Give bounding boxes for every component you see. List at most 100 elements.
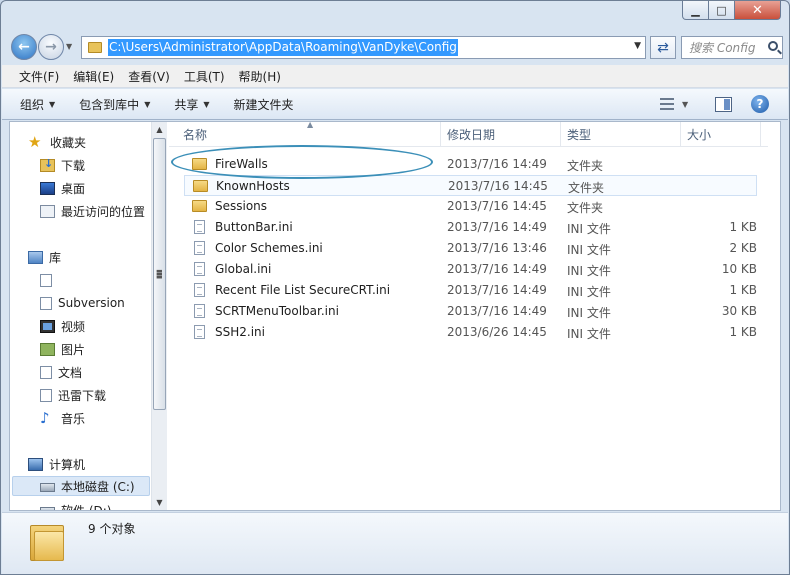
ini-file-icon: [194, 220, 205, 234]
nav-music[interactable]: ♪ 音乐: [40, 408, 85, 428]
library-item-icon: [40, 296, 52, 310]
file-name-cell: Recent File List SecureCRT.ini: [192, 283, 390, 297]
organize-button[interactable]: 组织 ▼: [20, 96, 55, 113]
forward-button[interactable]: →: [38, 34, 64, 60]
drive-icon: [40, 483, 55, 492]
nav-desktop[interactable]: 桌面: [40, 178, 85, 198]
table-row[interactable]: SSH2.ini 2013/6/26 14:45 INI 文件 1 KB: [184, 322, 757, 343]
nav-subversion[interactable]: Subversion: [40, 293, 125, 313]
search-icon[interactable]: [768, 41, 778, 51]
change-view-button[interactable]: ▼: [660, 97, 694, 111]
file-name-cell: ButtonBar.ini: [192, 220, 293, 234]
nav-recent-label: 最近访问的位置: [61, 204, 146, 219]
table-row[interactable]: Global.ini 2013/7/16 14:49 INI 文件 10 KB: [184, 259, 757, 280]
nav-libraries-label: 库: [49, 250, 62, 265]
ini-file-icon: [194, 304, 205, 318]
menu-view[interactable]: 查看(V): [121, 68, 177, 85]
nav-drive-d[interactable]: 软件 (D:): [40, 500, 111, 510]
music-icon: ♪: [40, 408, 50, 427]
nav-recent[interactable]: 最近访问的位置: [40, 201, 145, 221]
file-date: 2013/7/16 14:49: [447, 220, 547, 234]
nav-drive-c[interactable]: 本地磁盘 (C:): [12, 476, 150, 496]
file-type: INI 文件: [567, 306, 611, 320]
table-row[interactable]: Sessions 2013/7/16 14:45 文件夹: [184, 196, 757, 217]
table-row[interactable]: ButtonBar.ini 2013/7/16 14:49 INI 文件 1 K…: [184, 217, 757, 238]
star-icon: ★: [28, 132, 42, 151]
search-input[interactable]: 搜索 Config: [689, 39, 756, 56]
preview-pane-icon[interactable]: [715, 97, 732, 112]
refresh-button[interactable]: ⇄: [650, 36, 676, 59]
file-size: 1 KB: [729, 325, 757, 339]
folder-icon: [192, 200, 207, 212]
help-icon[interactable]: ?: [751, 95, 769, 113]
documents-icon: [40, 365, 52, 379]
back-button[interactable]: ←: [11, 34, 37, 60]
table-row[interactable]: FireWalls 2013/7/16 14:49 文件夹: [184, 154, 757, 175]
details-pane: 9 个对象: [2, 512, 788, 574]
include-in-library-button[interactable]: 包含到库中 ▼: [79, 96, 150, 113]
navigation-pane: ★ 收藏夹 下载 桌面 最近访问的位置 库 Subversion 视频 图片 文档…: [10, 122, 151, 510]
file-name: FireWalls: [215, 157, 268, 171]
address-bar[interactable]: C:\Users\Administrator\AppData\Roaming\V…: [81, 36, 646, 59]
downloads-folder-icon: [40, 157, 55, 172]
nav-favorites[interactable]: ★ 收藏夹: [28, 132, 86, 152]
library-icon: [28, 250, 43, 264]
pictures-icon: [40, 342, 55, 356]
desktop-icon: [40, 181, 55, 195]
close-button[interactable]: ✕: [735, 1, 781, 20]
include-in-library-label: 包含到库中: [79, 97, 140, 112]
address-path[interactable]: C:\Users\Administrator\AppData\Roaming\V…: [108, 39, 458, 56]
address-dropdown-icon[interactable]: ▼: [634, 41, 641, 51]
nav-library-unnamed[interactable]: [40, 270, 58, 290]
nav-documents[interactable]: 文档: [40, 362, 82, 382]
maximize-button[interactable]: □: [709, 1, 735, 20]
table-row[interactable]: Color Schemes.ini 2013/7/16 13:46 INI 文件…: [184, 238, 757, 259]
file-size: 30 KB: [721, 304, 757, 318]
file-name: SSH2.ini: [215, 325, 265, 339]
ini-file-icon: [194, 283, 205, 297]
menu-edit[interactable]: 编辑(E): [66, 68, 121, 85]
content-area: ★ 收藏夹 下载 桌面 最近访问的位置 库 Subversion 视频 图片 文档…: [9, 120, 781, 511]
nav-scrollbar[interactable]: ▲ ▬ ▬ ▬ ▼: [151, 122, 167, 510]
table-row[interactable]: Recent File List SecureCRT.ini 2013/7/16…: [184, 280, 757, 301]
nav-favorites-label: 收藏夹: [50, 135, 87, 150]
sort-ascending-icon: ▲: [307, 120, 314, 129]
file-size: 10 KB: [721, 262, 757, 276]
nav-computer[interactable]: 计算机: [28, 454, 85, 474]
recent-pages-dropdown[interactable]: ▼: [66, 42, 72, 51]
file-name-cell: SSH2.ini: [192, 325, 265, 339]
menu-file[interactable]: 文件(F): [12, 68, 66, 85]
file-name-cell: FireWalls: [192, 157, 268, 171]
nav-videos[interactable]: 视频: [40, 316, 85, 336]
column-size[interactable]: 大小: [681, 122, 761, 147]
nav-xunlei-label: 迅雷下载: [58, 388, 107, 403]
file-name-cell: Sessions: [192, 199, 267, 213]
scroll-down-icon[interactable]: ▼: [152, 495, 167, 510]
new-folder-button[interactable]: 新建文件夹: [234, 96, 294, 113]
nav-downloads-label: 下载: [61, 158, 86, 173]
share-button[interactable]: 共享 ▼: [174, 96, 209, 113]
column-date[interactable]: 修改日期: [441, 122, 561, 147]
table-row[interactable]: SCRTMenuToolbar.ini 2013/7/16 14:49 INI …: [184, 301, 757, 322]
menu-help[interactable]: 帮助(H): [232, 68, 288, 85]
table-row[interactable]: KnownHosts 2013/7/16 14:45 文件夹: [184, 175, 757, 196]
scroll-up-icon[interactable]: ▲: [152, 122, 167, 137]
nav-libraries[interactable]: 库: [28, 247, 61, 267]
recent-places-icon: [40, 204, 55, 218]
nav-downloads[interactable]: 下载: [40, 155, 85, 175]
view-list-icon: [660, 98, 674, 110]
ini-file-icon: [194, 241, 205, 255]
file-type: INI 文件: [567, 222, 611, 236]
folder-icon: [192, 158, 207, 170]
search-box[interactable]: 搜索 Config: [681, 36, 783, 59]
menu-tools[interactable]: 工具(T): [177, 68, 232, 85]
computer-icon: [28, 457, 43, 471]
menu-bar: 文件(F) 编辑(E) 查看(V) 工具(T) 帮助(H): [2, 65, 788, 88]
ini-file-icon: [194, 325, 205, 339]
minimize-button[interactable]: ▁: [682, 1, 709, 20]
nav-pictures[interactable]: 图片: [40, 339, 85, 359]
nav-xunlei[interactable]: 迅雷下载: [40, 385, 106, 405]
column-type[interactable]: 类型: [561, 122, 681, 147]
library-item-icon: [40, 273, 52, 287]
command-bar: 组织 ▼ 包含到库中 ▼ 共享 ▼ 新建文件夹 ▼ ?: [2, 89, 788, 120]
